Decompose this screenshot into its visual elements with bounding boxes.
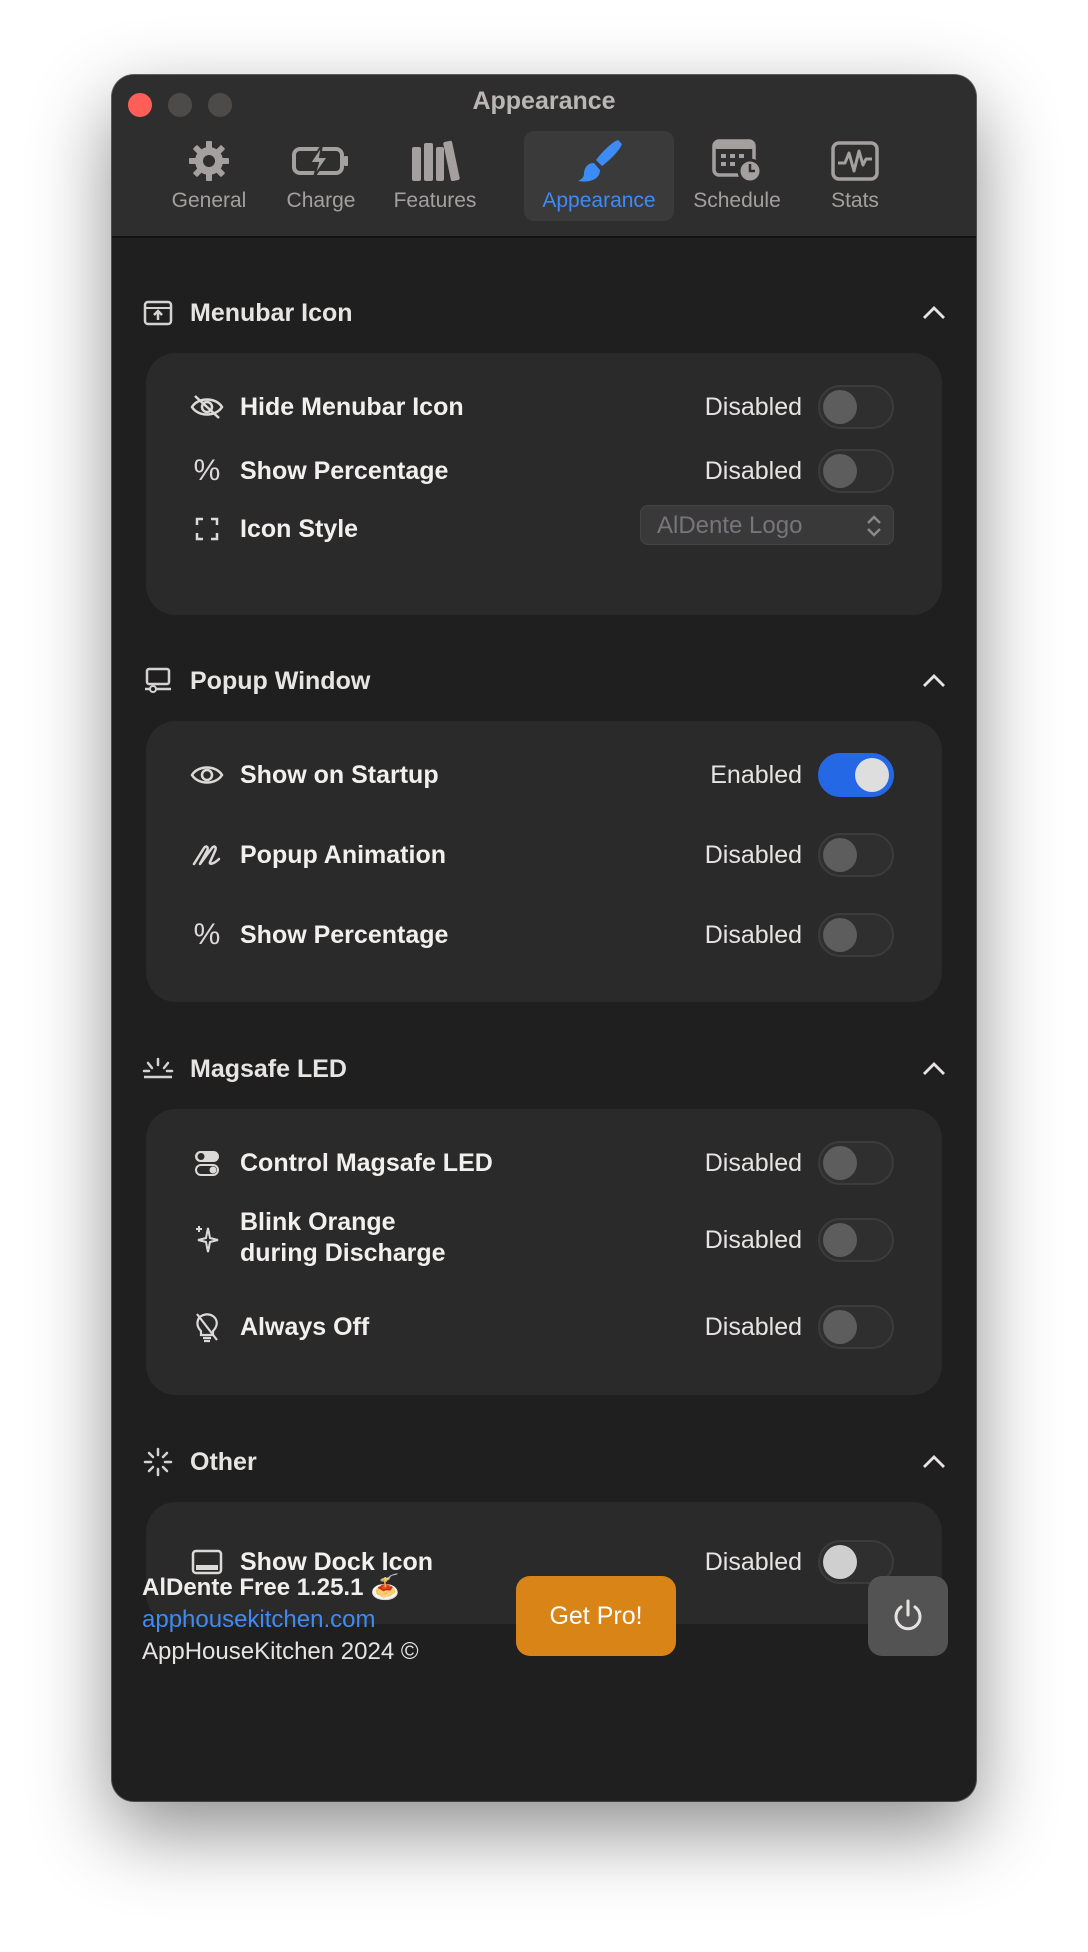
magsafe-card: Control Magsafe LED Disabled Blink Orang…	[146, 1109, 942, 1395]
row-popup-show-percentage: % Show Percentage Disabled	[146, 905, 942, 965]
row-label: Always Off	[240, 1313, 370, 1341]
tab-appearance-label: Appearance	[542, 189, 656, 212]
blink-orange-toggle[interactable]	[818, 1218, 894, 1262]
show-percentage-toggle[interactable]	[818, 449, 894, 493]
eye-icon	[190, 759, 224, 791]
battery-charge-icon	[290, 135, 352, 187]
section-header-magsafe: Magsafe LED	[142, 1049, 948, 1089]
tab-general-label: General	[171, 189, 247, 212]
footer: AlDente Free 1.25.1 🍝 apphousekitchen.co…	[142, 1572, 948, 1682]
row-state: Disabled	[704, 921, 802, 949]
books-icon	[410, 135, 460, 187]
settings-window: Appearance General Charge Features Appea…	[112, 75, 976, 1801]
section-title-magsafe: Magsafe LED	[190, 1054, 347, 1083]
row-state: Enabled	[710, 761, 802, 789]
get-pro-button[interactable]: Get Pro!	[516, 1576, 676, 1656]
popup-show-percentage-toggle[interactable]	[818, 913, 894, 957]
tab-schedule-label: Schedule	[693, 189, 781, 212]
lightbulb-slash-icon	[190, 1311, 224, 1343]
menubar-icon	[142, 297, 174, 329]
section-header-other: Other	[142, 1442, 948, 1482]
row-state: Disabled	[704, 457, 802, 485]
updown-chevron-icon	[867, 515, 881, 537]
settings-content: Menubar Icon Hide Menubar Icon Disabled …	[112, 238, 976, 1801]
paintbrush-icon	[574, 135, 624, 187]
sparkle-icon	[190, 1223, 224, 1255]
tab-features[interactable]: Features	[376, 131, 494, 221]
show-on-startup-toggle[interactable]	[818, 753, 894, 797]
switch-icon	[190, 1147, 224, 1179]
tab-appearance[interactable]: Appearance	[524, 131, 674, 221]
row-icon-style: Icon Style AlDente Logo	[146, 499, 942, 559]
row-label-line1: Blink Orange	[240, 1208, 396, 1236]
row-popup-animation: Popup Animation Disabled	[146, 825, 942, 885]
window-title: Appearance	[472, 87, 616, 115]
icon-style-value: AlDente Logo	[657, 512, 803, 539]
row-label: Icon Style	[240, 515, 359, 543]
always-off-toggle[interactable]	[818, 1305, 894, 1349]
row-blink-orange: Blink Orange during Discharge Disabled	[146, 1199, 942, 1281]
toolbar-tabs: General Charge Features Appearance Sched…	[112, 131, 976, 227]
row-show-on-startup: Show on Startup Enabled	[146, 745, 942, 805]
percent-icon: %	[193, 454, 221, 487]
hide-menubar-icon-toggle[interactable]	[818, 385, 894, 429]
tab-charge[interactable]: Charge	[262, 131, 380, 221]
menubar-card: Hide Menubar Icon Disabled % Show Percen…	[146, 353, 942, 615]
power-icon	[894, 1599, 922, 1631]
viewfinder-icon	[190, 513, 224, 545]
power-button[interactable]	[868, 1576, 948, 1656]
row-hide-menubar-icon: Hide Menubar Icon Disabled	[146, 377, 942, 437]
row-label: Show on Startup	[240, 761, 439, 789]
copyright: AppHouseKitchen 2024 ©	[142, 1638, 419, 1665]
tab-stats-label: Stats	[831, 189, 879, 212]
tab-features-label: Features	[393, 189, 477, 212]
icon-style-select[interactable]: AlDente Logo	[640, 505, 894, 545]
chevron-up-icon[interactable]	[920, 1448, 948, 1476]
row-show-percentage: % Show Percentage Disabled	[146, 441, 942, 501]
row-label: Show Percentage	[240, 921, 449, 949]
row-label-line2: during Discharge	[240, 1239, 446, 1267]
row-state: Disabled	[704, 841, 802, 869]
section-title-menubar: Menubar Icon	[190, 298, 353, 327]
section-title-popup: Popup Window	[190, 666, 371, 695]
section-title-other: Other	[190, 1447, 257, 1476]
popup-animation-toggle[interactable]	[818, 833, 894, 877]
row-always-off: Always Off Disabled	[146, 1297, 942, 1357]
row-label: Control Magsafe LED	[240, 1149, 493, 1177]
spinner-icon	[142, 1446, 174, 1478]
led-rays-icon	[142, 1053, 174, 1085]
row-label-two-line: Blink Orange during Discharge	[240, 1207, 446, 1269]
laptop-slider-icon	[142, 665, 174, 697]
tab-schedule[interactable]: Schedule	[678, 131, 796, 221]
tab-charge-label: Charge	[286, 189, 356, 212]
row-control-magsafe-led: Control Magsafe LED Disabled	[146, 1133, 942, 1193]
titlebar: Appearance General Charge Features Appea…	[112, 75, 976, 238]
gear-icon	[186, 135, 232, 187]
website-link[interactable]: apphousekitchen.com	[142, 1604, 375, 1636]
calendar-clock-icon	[711, 135, 763, 187]
percent-icon: %	[193, 918, 221, 951]
chevron-up-icon[interactable]	[920, 299, 948, 327]
popup-card: Show on Startup Enabled Popup Animation …	[146, 721, 942, 1002]
app-version: AlDente Free 1.25.1 🍝	[142, 1574, 400, 1601]
row-label: Popup Animation	[240, 841, 446, 869]
control-magsafe-led-toggle[interactable]	[818, 1141, 894, 1185]
row-state: Disabled	[704, 393, 802, 421]
row-label: Show Percentage	[240, 457, 449, 485]
chevron-up-icon[interactable]	[920, 667, 948, 695]
eye-slash-icon	[190, 391, 224, 423]
tab-general[interactable]: General	[150, 131, 268, 221]
squiggle-icon	[190, 839, 224, 871]
waveform-icon	[830, 135, 880, 187]
row-label: Hide Menubar Icon	[240, 393, 464, 421]
section-header-menubar: Menubar Icon	[142, 293, 948, 333]
row-state: Disabled	[704, 1149, 802, 1177]
row-state: Disabled	[704, 1313, 802, 1341]
section-header-popup: Popup Window	[142, 661, 948, 701]
chevron-up-icon[interactable]	[920, 1055, 948, 1083]
row-state: Disabled	[704, 1226, 802, 1254]
tab-stats[interactable]: Stats	[796, 131, 914, 221]
